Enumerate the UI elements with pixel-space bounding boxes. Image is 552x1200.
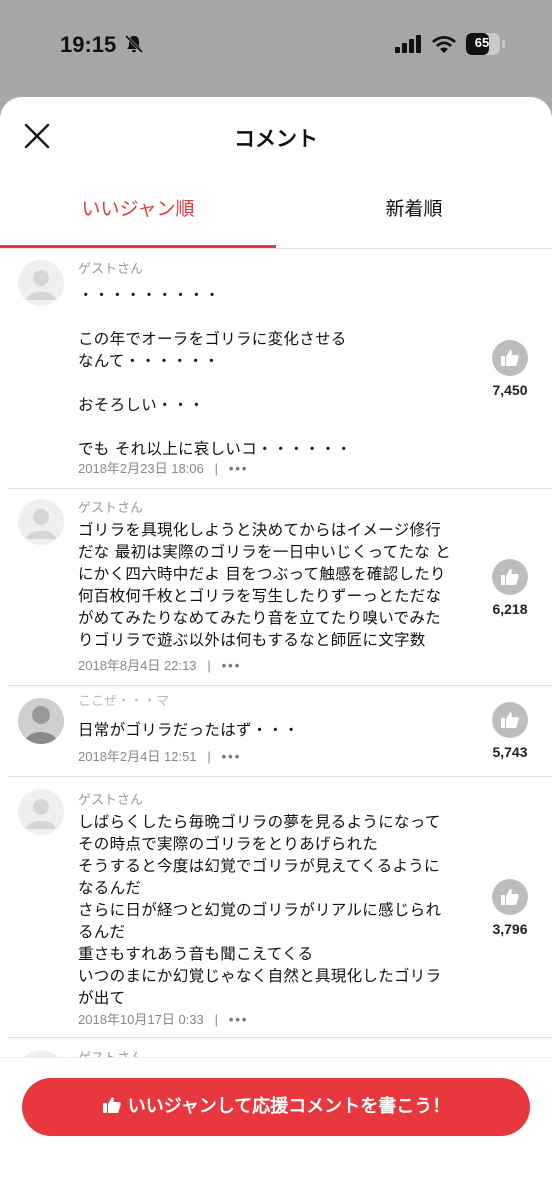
like-button[interactable]: 3,796: [478, 879, 542, 937]
comment-author: ゲストさん: [78, 262, 144, 277]
comment-body: しばらくしたら毎晩ゴリラの夢を見るようになって その時点で実際のゴリラをとりあげ…: [78, 813, 442, 1007]
thumbs-up-icon: [492, 879, 528, 915]
write-comment-button[interactable]: いいジャンして応援コメントを書こう！: [22, 1078, 530, 1136]
like-button[interactable]: 7,450: [478, 340, 542, 398]
comment-meta: 2018年8月4日 22:13 | •••: [78, 658, 242, 673]
comment-sheet: コメント いいジャン順 新着順 ゲストさん ・・・・・・・・・ この年でオーラを…: [0, 97, 552, 1200]
write-comment-label: いいジャンして応援コメントを書こう！: [127, 1096, 451, 1117]
comment-meta: 2018年10月17日 0:33 | •••: [78, 1012, 249, 1027]
wifi-icon: [432, 36, 456, 53]
comment-author: ゲストさん: [78, 793, 144, 808]
comment-author: ここぜ・・・マ: [78, 694, 170, 709]
footer-bar: いいジャンして応援コメントを書こう！: [0, 1057, 552, 1200]
comment-date: 2018年8月4日 22:13: [78, 658, 197, 673]
like-button[interactable]: 6,218: [478, 559, 542, 617]
comment-body: ・・・・・・・・・ この年でオーラをゴリラに変化させる なんて・・・・・・ おそ…: [78, 286, 352, 458]
comment-item: ゲストさん しばらくしたら毎晩ゴリラの夢を見るようになって その時点で実際のゴリ…: [0, 777, 552, 1035]
comment-date: 2018年2月4日 12:51: [78, 749, 197, 764]
more-options-icon[interactable]: •••: [222, 658, 242, 673]
tabs-divider: [0, 248, 552, 249]
comment-author: ゲストさん: [78, 501, 144, 516]
like-count: 7,450: [492, 382, 528, 398]
comment-body: 日常がゴリラだったはず・・・: [78, 721, 300, 739]
thumbs-up-icon: [492, 702, 528, 738]
comment-meta: 2018年2月4日 12:51 | •••: [78, 749, 242, 764]
sheet-title: コメント: [234, 127, 318, 151]
status-bar: 19:15 65: [0, 0, 552, 95]
default-avatar-icon: [26, 799, 56, 829]
avatar[interactable]: [18, 789, 64, 835]
avatar[interactable]: [18, 260, 64, 306]
cellular-signal-icon: [395, 35, 421, 53]
thumbs-up-icon: [102, 1097, 121, 1113]
bell-muted-icon: [124, 34, 144, 54]
avatar[interactable]: [18, 499, 64, 545]
status-time: 19:15: [60, 32, 117, 57]
like-count: 5,743: [492, 744, 528, 760]
user-avatar-icon: [18, 698, 64, 744]
more-options-icon[interactable]: •••: [222, 749, 242, 764]
tab-popular[interactable]: いいジャン順: [0, 192, 276, 242]
like-count: 6,218: [492, 601, 528, 617]
comment-meta: 2018年2月23日 18:06 | •••: [78, 461, 249, 476]
default-avatar-icon: [26, 509, 56, 539]
avatar[interactable]: [18, 698, 64, 744]
like-button[interactable]: 5,743: [478, 702, 542, 760]
thumbs-up-icon: [492, 559, 528, 595]
comment-item: ゲストさん ゴリラを具現化しようと決めてからはイメージ修行 だな 最初は実際のゴ…: [0, 489, 552, 685]
more-options-icon[interactable]: •••: [229, 1012, 249, 1027]
battery-level: 65: [474, 35, 490, 50]
comment-item: ゲストさん ・・・・・・・・・ この年でオーラをゴリラに変化させる なんて・・・…: [0, 250, 552, 488]
like-count: 3,796: [492, 921, 528, 937]
comment-body: ゴリラを具現化しようと決めてからはイメージ修行 だな 最初は実際のゴリラを一日中…: [78, 521, 452, 649]
comment-date: 2018年10月17日 0:33: [78, 1012, 204, 1027]
tab-newest[interactable]: 新着順: [276, 192, 552, 242]
thumbs-up-icon: [492, 340, 528, 376]
comment-item: ここぜ・・・マ 日常がゴリラだったはず・・・ 2018年2月4日 12:51 |…: [0, 686, 552, 776]
more-options-icon[interactable]: •••: [229, 461, 249, 476]
comment-date: 2018年2月23日 18:06: [78, 461, 204, 476]
default-avatar-icon: [26, 270, 56, 300]
